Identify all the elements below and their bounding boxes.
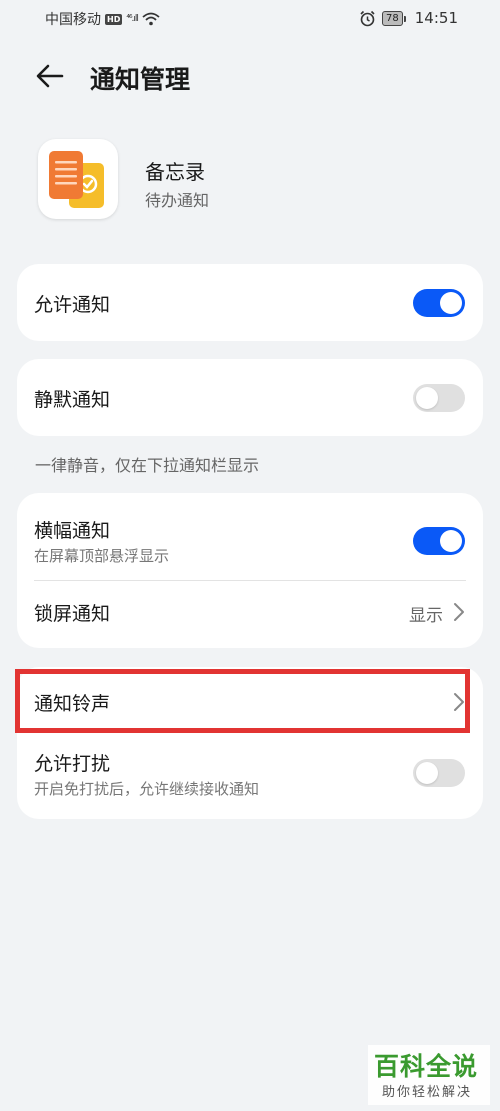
- silent-hint: 一律静音，仅在下拉通知栏显示: [35, 456, 260, 475]
- silent-notifications-toggle[interactable]: [413, 384, 465, 412]
- app-subtitle: 待办通知: [145, 191, 210, 210]
- toggle-knob: [416, 387, 438, 409]
- toggle-knob: [440, 292, 462, 314]
- allow-disturb-subtitle: 开启免打扰后，允许继续接收通知: [34, 780, 260, 798]
- allow-notifications-toggle[interactable]: [413, 289, 465, 317]
- divider: [34, 580, 466, 581]
- status-left: 中国移动 HD ⁴⁶.ıll: [45, 9, 160, 29]
- banner-notifications-label: 横幅通知: [34, 520, 111, 542]
- status-right: 78 14:51: [359, 9, 458, 27]
- hd-icon: HD: [105, 13, 123, 25]
- status-bar: 中国移动 HD ⁴⁶.ıll 78 14:51: [0, 0, 500, 36]
- memo-icon: [49, 151, 104, 208]
- clock-time: 14:51: [414, 9, 458, 27]
- watermark-logo: 百科全说 助你轻松解决: [368, 1045, 490, 1105]
- app-name: 备忘录: [145, 160, 205, 184]
- chevron-right-icon[interactable]: [453, 692, 465, 712]
- app-icon: [38, 139, 118, 219]
- banner-notifications-subtitle: 在屏幕顶部悬浮显示: [34, 547, 170, 565]
- lock-screen-notifications-label[interactable]: 锁屏通知: [34, 599, 110, 626]
- signal-icon: ⁴⁶.ıll: [126, 14, 139, 24]
- notification-ringtone-label[interactable]: 通知铃声: [34, 689, 110, 716]
- back-arrow-icon[interactable]: [34, 60, 66, 92]
- allow-disturb-label: 允许打扰: [34, 753, 111, 775]
- chevron-right-icon[interactable]: [453, 602, 465, 622]
- wifi-icon: [142, 12, 160, 26]
- allow-notifications-card[interactable]: 允许通知: [17, 264, 483, 341]
- alarm-icon: [360, 10, 375, 26]
- header: 通知管理: [0, 56, 500, 100]
- watermark-subtitle: 助你轻松解决: [382, 1085, 473, 1100]
- watermark-title: 百科全说: [374, 1052, 479, 1081]
- silent-notifications-label: 静默通知: [34, 389, 111, 411]
- silent-notifications-card[interactable]: 静默通知: [17, 359, 483, 436]
- lock-screen-value[interactable]: 显示: [409, 601, 443, 626]
- page-title: 通知管理: [90, 65, 191, 94]
- carrier-label: 中国移动: [45, 12, 101, 28]
- battery-icon: 78: [382, 10, 406, 26]
- allow-disturb-toggle[interactable]: [413, 759, 465, 787]
- toggle-knob: [440, 530, 462, 552]
- ringtone-disturb-card: 通知铃声 允许打扰 开启免打扰后，允许继续接收通知: [17, 667, 483, 819]
- toggle-knob: [416, 762, 438, 784]
- banner-lock-card: 横幅通知 在屏幕顶部悬浮显示 锁屏通知 显示: [17, 493, 483, 648]
- banner-notifications-toggle[interactable]: [413, 527, 465, 555]
- allow-notifications-label: 允许通知: [34, 294, 111, 316]
